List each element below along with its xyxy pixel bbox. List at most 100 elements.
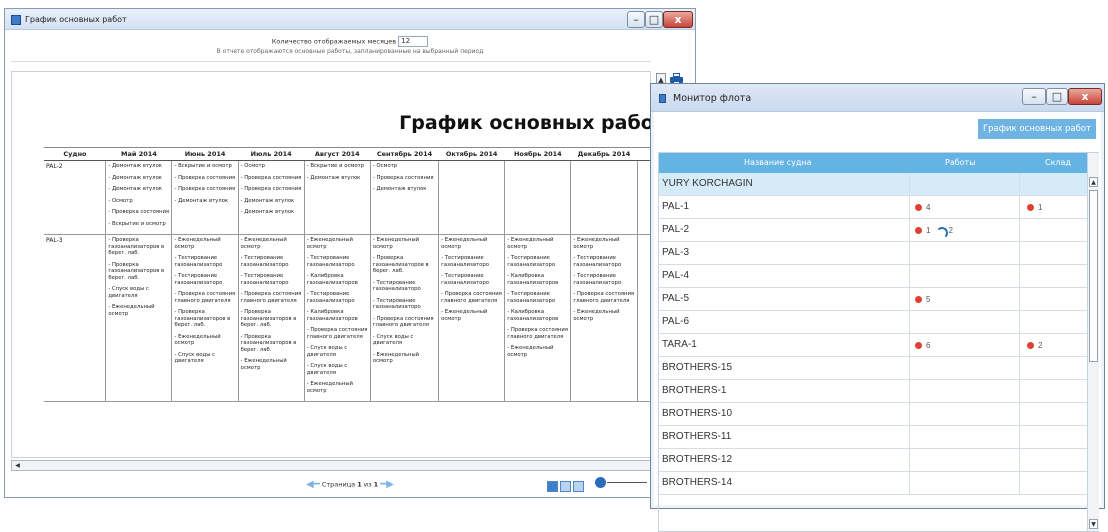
- column-divider: [1019, 380, 1020, 402]
- vessel-row[interactable]: BROTHERS-11: [659, 426, 1087, 449]
- work-item: - Тестирование газоанализаторо: [306, 255, 355, 268]
- horizontal-scrollbar[interactable]: ◀: [11, 460, 651, 471]
- column-divider: [1019, 449, 1020, 471]
- work-item: - Проверка состояния главного двигателя: [573, 291, 635, 304]
- scroll-down-icon[interactable]: ▼: [1089, 519, 1098, 529]
- column-divider: [909, 196, 910, 218]
- column-divider: [1019, 219, 1020, 241]
- toolbar-divider: [11, 61, 651, 71]
- work-item: - Демонтаж втулок: [174, 197, 229, 204]
- next-page-icon[interactable]: ━▶: [380, 479, 394, 490]
- report-sheet[interactable]: График основных работ Судно Май 2014 Июнь …: [11, 71, 651, 458]
- works-cell[interactable]: 6: [915, 341, 930, 350]
- work-item: - Тестирование газоанализаторо: [372, 297, 421, 311]
- zoom-slider-thumb[interactable]: [595, 477, 606, 488]
- works-count: 4: [926, 203, 931, 212]
- maximize-button[interactable]: □: [645, 11, 663, 28]
- work-item: - Тестирование газоанализаторо: [573, 273, 622, 286]
- work-item: - Демонтаж втулок: [240, 197, 295, 204]
- work-item: - Тестирование газоанализаторо: [240, 255, 289, 268]
- scroll-left-icon[interactable]: ◀: [13, 461, 22, 470]
- zoom-slider-track[interactable]: [607, 482, 647, 483]
- column-divider: [909, 357, 910, 379]
- vertical-scrollbar[interactable]: ▲ ▼: [1087, 153, 1099, 531]
- work-item: - Вскрытие и осмотр: [174, 163, 232, 169]
- scrollbar-thumb[interactable]: [1089, 190, 1098, 362]
- vessel-row[interactable]: BROTHERS-1: [659, 380, 1087, 403]
- vessel-name: BROTHERS-12: [662, 454, 733, 465]
- vessel-row[interactable]: YURY KORCHAGIN: [659, 173, 1087, 196]
- work-item: - Тестирование газоанализаторо: [306, 291, 355, 304]
- work-item: - Проверка газоанализаторов в берег. лаб…: [174, 309, 231, 328]
- column-divider: [909, 472, 910, 494]
- vessel-row[interactable]: PAL-3: [659, 242, 1087, 265]
- column-divider: [1019, 196, 1020, 218]
- work-item: - Тестирование газоанализаторо: [372, 279, 421, 293]
- minimize-icon: –: [1031, 90, 1037, 103]
- vessel-row[interactable]: BROTHERS-15: [659, 357, 1087, 380]
- stock-cell[interactable]: 2: [1027, 341, 1042, 350]
- work-item: - Еженедельный осмотр: [240, 237, 287, 250]
- schedule-header-row: Судно Май 2014 Июнь 2014 Июль 2014 Август 20…: [44, 147, 650, 161]
- column-divider: [1019, 173, 1020, 195]
- column-divider: [909, 380, 910, 402]
- months-input[interactable]: 12: [398, 36, 429, 47]
- two-page-view-icon[interactable]: [560, 481, 571, 492]
- works-cell[interactable]: 5: [915, 295, 930, 304]
- months-row: Количество отображаемых месяцев 12: [5, 36, 695, 47]
- column-divider: [1019, 426, 1020, 448]
- minimize-button[interactable]: –: [1022, 88, 1046, 105]
- maximize-button[interactable]: □: [1046, 88, 1068, 105]
- work-item: - Калибровка газоанализаторов: [507, 273, 559, 286]
- page-current: 1: [357, 480, 362, 489]
- work-item: - Тестирование газоанализаторо: [573, 255, 622, 268]
- column-header: Май 2014: [105, 147, 172, 161]
- vessel-row[interactable]: PAL-2 1 2: [659, 219, 1087, 242]
- grid-header: Название судна Работы Склад: [659, 153, 1087, 173]
- work-item: - Демонтаж втулок: [306, 174, 361, 181]
- column-divider: [909, 311, 910, 333]
- works-cell[interactable]: 4: [915, 203, 930, 212]
- report-window: График основных работ – □ x Количество о…: [4, 8, 696, 498]
- column-divider: [1019, 242, 1020, 264]
- vessel-row[interactable]: TARA-1 6 2: [659, 334, 1087, 357]
- works-cell[interactable]: 12: [915, 226, 953, 240]
- vessel-row[interactable]: BROTHERS-14: [659, 472, 1087, 495]
- vessel-row[interactable]: PAL-4: [659, 265, 1087, 288]
- schedule-cell: [636, 160, 650, 235]
- work-item: - Калибровка газоанализаторов: [306, 309, 358, 322]
- stock-cell[interactable]: 1: [1027, 203, 1042, 212]
- header-vessel-name[interactable]: Название судна: [744, 158, 811, 167]
- header-stock[interactable]: Склад: [1045, 158, 1071, 167]
- single-page-view-icon[interactable]: [547, 481, 558, 492]
- vessel-name: PAL-1: [662, 201, 690, 212]
- vessel-row[interactable]: PAL-1 4 1: [659, 196, 1087, 219]
- work-item: - Еженедельный осмотр: [174, 237, 221, 250]
- vessel-row[interactable]: BROTHERS-12: [659, 449, 1087, 472]
- header-works[interactable]: Работы: [945, 158, 976, 167]
- multi-page-view-icon[interactable]: [573, 481, 584, 492]
- column-divider: [909, 173, 910, 195]
- works-count: 5: [926, 295, 931, 304]
- column-divider: [1019, 403, 1020, 425]
- app-icon: [11, 15, 21, 25]
- scroll-up-icon[interactable]: ▲: [1089, 177, 1098, 187]
- vessel-name: PAL-4: [662, 270, 690, 281]
- schedule-cell: - Еженедельный осмотр - Проверка газоанал…: [369, 234, 439, 402]
- vessel-row[interactable]: PAL-5 5: [659, 288, 1087, 311]
- work-item: - Проверка состояния: [174, 174, 236, 181]
- vessel-row[interactable]: PAL-6: [659, 311, 1087, 334]
- schedule-row: PAL-2- Демонтаж втулок - Демонтаж втулок -…: [44, 160, 650, 235]
- vessel-row[interactable]: BROTHERS-10: [659, 403, 1087, 426]
- close-button[interactable]: x: [1068, 88, 1102, 105]
- minimize-button[interactable]: –: [627, 11, 645, 28]
- prev-page-icon[interactable]: ◀━: [306, 479, 320, 490]
- work-item: - Еженедельный осмотр: [441, 237, 488, 250]
- close-button[interactable]: x: [663, 11, 693, 28]
- fleet-client-area: График основных работ Название судна Раб…: [654, 112, 1101, 532]
- column-divider: [909, 242, 910, 264]
- plan-works-button[interactable]: График основных работ: [978, 119, 1096, 139]
- work-item: - Демонтаж втулок: [372, 186, 427, 192]
- pager: ◀━ Страница 1 из 1 ━▶: [5, 479, 695, 490]
- column-divider: [1019, 288, 1020, 310]
